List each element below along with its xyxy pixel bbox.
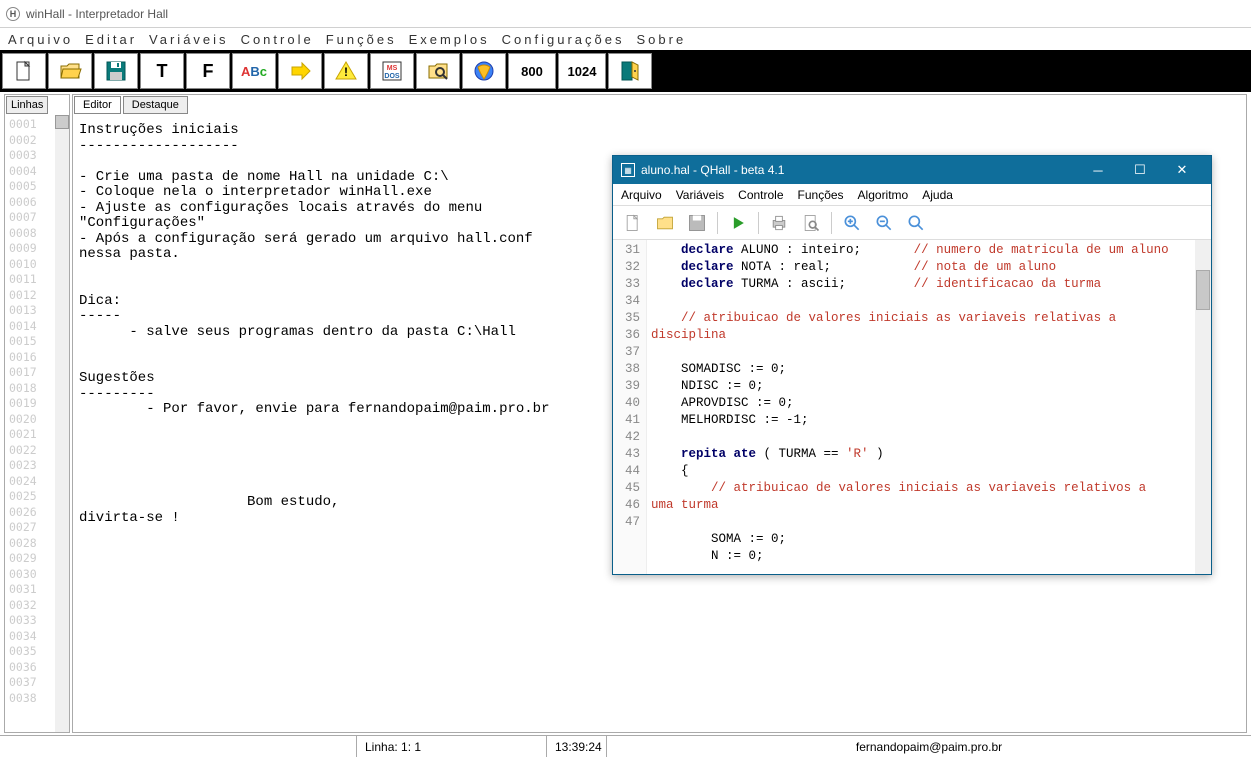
minimize-button[interactable]: ─ <box>1077 156 1119 184</box>
status-email: fernandopaim@paim.pro.br <box>606 736 1251 757</box>
qhall-menu-controle[interactable]: Controle <box>738 188 783 202</box>
status-time: 13:39:24 <box>546 736 606 757</box>
res-800-button[interactable]: 800 <box>508 53 556 89</box>
qhall-scrollbar[interactable] <box>1195 240 1211 574</box>
new-file-button[interactable] <box>2 53 46 89</box>
close-button[interactable]: ✕ <box>1161 156 1203 184</box>
f-button[interactable]: F <box>186 53 230 89</box>
exit-button[interactable] <box>608 53 652 89</box>
menu-funcoes[interactable]: Funções <box>326 32 397 47</box>
qhall-menu-arquivo[interactable]: Arquivo <box>621 188 662 202</box>
svg-text:!: ! <box>344 65 348 79</box>
res-1024-button[interactable]: 1024 <box>558 53 606 89</box>
line-gutter: Linhas 000100020003000400050006000700080… <box>4 94 70 733</box>
open-file-button[interactable] <box>48 53 92 89</box>
window-title: winHall - Interpretador Hall <box>26 7 168 21</box>
qhall-print-icon[interactable] <box>765 209 793 237</box>
menu-configuracoes[interactable]: Configurações <box>502 32 625 47</box>
qhall-menubar: Arquivo Variáveis Controle Funções Algor… <box>613 184 1211 206</box>
line-numbers: 0001000200030004000500060007000800090010… <box>5 115 69 732</box>
editor-tabs: Editor Destaque <box>73 95 1246 115</box>
qhall-menu-ajuda[interactable]: Ajuda <box>922 188 953 202</box>
qhall-window[interactable]: ▦ aluno.hal - QHall - beta 4.1 ─ ☐ ✕ Arq… <box>612 155 1212 575</box>
search-button[interactable] <box>416 53 460 89</box>
qhall-menu-algoritmo[interactable]: Algoritmo <box>858 188 909 202</box>
svg-text:MS: MS <box>387 65 398 72</box>
t-button[interactable]: T <box>140 53 184 89</box>
qhall-titlebar[interactable]: ▦ aluno.hal - QHall - beta 4.1 ─ ☐ ✕ <box>613 156 1211 184</box>
qhall-menu-variaveis[interactable]: Variáveis <box>676 188 724 202</box>
gutter-scrollbar[interactable] <box>55 115 69 732</box>
qhall-menu-funcoes[interactable]: Funções <box>798 188 844 202</box>
qhall-line-numbers: 3132333435363738394041424344454647 <box>613 240 647 574</box>
menu-exemplos[interactable]: Exemplos <box>409 32 490 47</box>
qhall-save-icon[interactable] <box>683 209 711 237</box>
app-icon: H <box>6 7 20 21</box>
msdos-button[interactable]: MSDOS <box>370 53 414 89</box>
menu-sobre[interactable]: Sobre <box>636 32 686 47</box>
qhall-open-icon[interactable] <box>651 209 679 237</box>
save-button[interactable] <box>94 53 138 89</box>
linhas-tab[interactable]: Linhas <box>6 96 48 114</box>
qhall-title: aluno.hal - QHall - beta 4.1 <box>641 163 784 177</box>
status-cursor: Linha: 1: 1 <box>356 736 546 757</box>
qhall-preview-icon[interactable] <box>797 209 825 237</box>
qhall-zoom-icon[interactable] <box>902 209 930 237</box>
qhall-toolbar <box>613 206 1211 240</box>
maximize-button[interactable]: ☐ <box>1119 156 1161 184</box>
menu-editar[interactable]: Editar <box>85 32 137 47</box>
menu-variaveis[interactable]: Variáveis <box>149 32 229 47</box>
qhall-zoomout-icon[interactable] <box>870 209 898 237</box>
qhall-run-icon[interactable] <box>724 209 752 237</box>
title-bar: H winHall - Interpretador Hall <box>0 0 1251 28</box>
qhall-new-icon[interactable] <box>619 209 647 237</box>
tab-editor[interactable]: Editor <box>74 96 121 114</box>
qhall-code-area[interactable]: 3132333435363738394041424344454647 decla… <box>613 240 1211 574</box>
menu-arquivo[interactable]: Arquivo <box>8 32 73 47</box>
qhall-zoomin-icon[interactable] <box>838 209 866 237</box>
internet-button[interactable] <box>462 53 506 89</box>
status-bar: Linha: 1: 1 13:39:24 fernandopaim@paim.p… <box>0 735 1251 757</box>
run-button[interactable] <box>278 53 322 89</box>
qhall-source[interactable]: declare ALUNO : inteiro; // numero de ma… <box>647 240 1195 574</box>
status-empty <box>0 736 356 757</box>
toolbar: T F ABc ! MSDOS 800 1024 <box>0 50 1251 92</box>
qhall-app-icon: ▦ <box>621 163 635 177</box>
abc-button[interactable]: ABc <box>232 53 276 89</box>
menu-controle[interactable]: Controle <box>241 32 314 47</box>
menu-bar: Arquivo Editar Variáveis Controle Funçõe… <box>0 28 1251 50</box>
warning-button[interactable]: ! <box>324 53 368 89</box>
tab-destaque[interactable]: Destaque <box>123 96 188 114</box>
svg-text:DOS: DOS <box>384 73 400 80</box>
